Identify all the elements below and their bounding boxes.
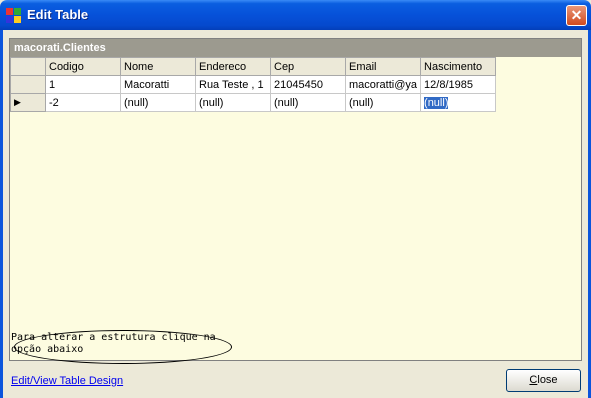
column-header-cep[interactable]: Cep	[270, 57, 346, 76]
table-cell[interactable]: 21045450	[270, 75, 346, 94]
row-indicator[interactable]	[10, 75, 46, 94]
window-frame-left	[0, 30, 3, 398]
app-icon	[6, 8, 22, 24]
selected-cell-text: (null)	[423, 95, 450, 110]
title-bar: Edit Table ✕	[0, 0, 591, 30]
corner-header[interactable]	[10, 57, 46, 76]
table-cell[interactable]: Rua Teste , 1	[195, 75, 271, 94]
close-button[interactable]: Close	[506, 369, 581, 392]
selected-cell[interactable]: (null)	[420, 93, 497, 112]
grid-table[interactable]: Codigo Nome Endereco Cep Email Nasciment…	[10, 57, 497, 112]
data-grid[interactable]: macorati.Clientes Codigo Nome Endereco C…	[9, 38, 582, 361]
table-cell[interactable]: 12/8/1985	[420, 75, 497, 94]
grid-caption: macorati.Clientes	[10, 39, 581, 57]
close-button-label: Close	[529, 374, 558, 386]
column-header-endereco[interactable]: Endereco	[195, 57, 271, 76]
table-cell[interactable]: (null)	[120, 93, 196, 112]
table-row[interactable]: ▶ -2 (null) (null) (null) (null) (null)	[10, 93, 497, 112]
table-cell[interactable]: (null)	[195, 93, 271, 112]
annotation-text: Para alterar a estrutura clique na opção…	[11, 332, 216, 355]
column-header-email[interactable]: Email	[344, 57, 422, 76]
table-cell[interactable]: Macoratti	[120, 75, 196, 94]
table-row[interactable]: 1 Macoratti Rua Teste , 1 21045450 macor…	[10, 75, 497, 94]
table-cell[interactable]: macoratti@ya	[344, 75, 422, 94]
table-cell[interactable]: (null)	[344, 93, 422, 112]
window-title: Edit Table	[27, 7, 89, 22]
current-row-arrow-icon[interactable]: ▶	[10, 93, 46, 112]
table-cell[interactable]: -2	[45, 93, 121, 112]
column-header-nascimento[interactable]: Nascimento	[420, 57, 497, 76]
column-header-nome[interactable]: Nome	[120, 57, 196, 76]
table-cell[interactable]: (null)	[270, 93, 346, 112]
header-row: Codigo Nome Endereco Cep Email Nasciment…	[10, 57, 497, 76]
table-cell[interactable]: 1	[45, 75, 121, 94]
column-header-codigo[interactable]: Codigo	[45, 57, 121, 76]
edit-table-design-link[interactable]: Edit/View Table Design	[11, 375, 123, 387]
close-icon[interactable]: ✕	[566, 5, 587, 26]
